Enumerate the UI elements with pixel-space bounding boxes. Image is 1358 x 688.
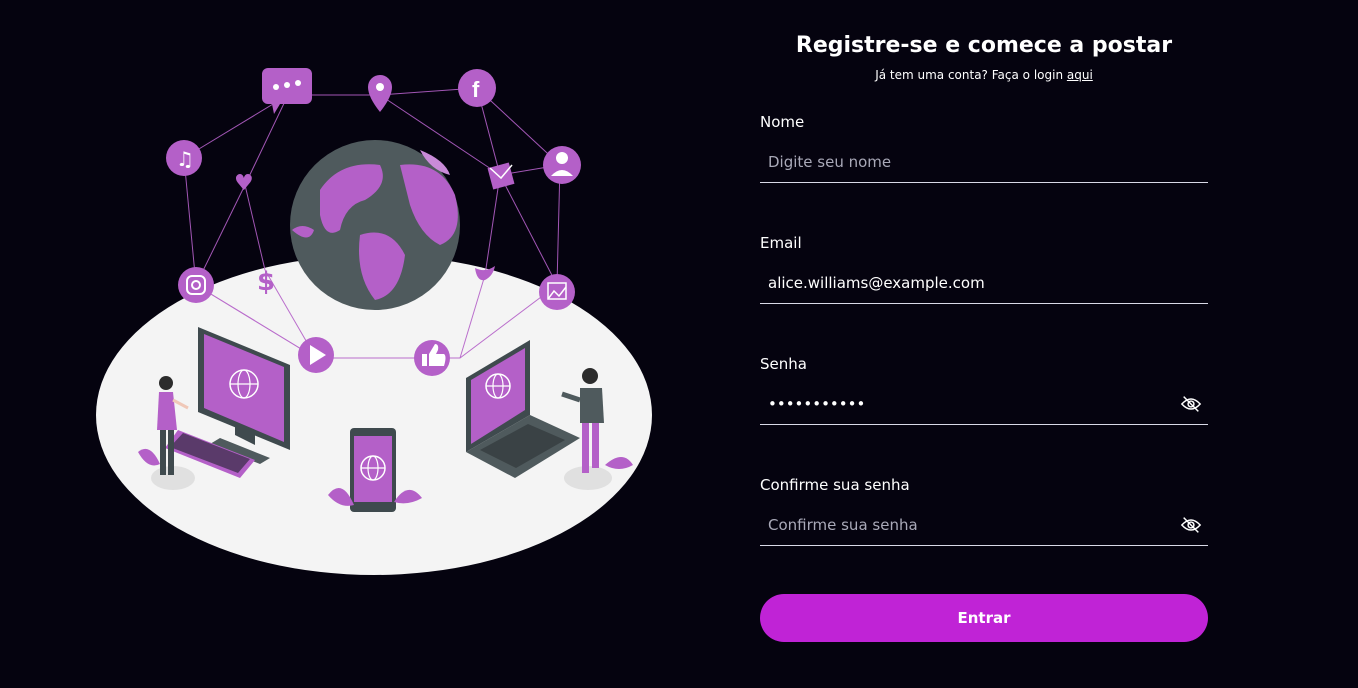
email-input-wrap [760,265,1208,304]
login-prompt: Já tem uma conta? Faça o login aqui [760,68,1208,82]
eye-off-icon[interactable] [1180,514,1202,536]
dollar-icon: $ [257,267,275,297]
email-input[interactable] [760,265,1208,301]
instagram-icon [178,267,214,303]
svg-text:$: $ [257,267,275,297]
login-prompt-text: Já tem uma conta? Faça o login [875,68,1064,82]
svg-text:♥: ♥ [234,171,254,196]
social-network-illustration: f ♫ ♥ $ [96,68,652,575]
register-form-panel: Registre-se e comece a postar Já tem uma… [760,0,1208,688]
password-label: Senha [760,355,807,373]
confirm-password-field-group: Confirme sua senha [760,475,1208,546]
confirm-password-input-wrap [760,507,1208,546]
confirm-password-input[interactable] [760,507,1208,543]
chat-bubble-icon [262,68,312,114]
music-note-icon: ♫ [166,140,202,176]
image-icon [539,274,575,310]
password-input[interactable] [760,386,1208,422]
svg-text:f: f [472,77,480,102]
location-pin-icon [368,75,392,112]
confirm-password-label: Confirme sua senha [760,476,910,494]
user-icon [543,146,581,184]
name-field-group: Nome [760,112,1208,183]
email-field-group: Email [760,233,1208,304]
facebook-icon: f [458,69,496,107]
name-input[interactable] [760,144,1208,180]
name-input-wrap [760,144,1208,183]
svg-text:♫: ♫ [176,147,194,171]
password-field-group: Senha [760,354,1208,425]
heart-icon: ♥ [234,171,254,196]
mail-icon [487,162,515,190]
password-input-wrap [760,386,1208,425]
login-link[interactable]: aqui [1067,68,1093,82]
thumbs-up-icon [414,340,450,376]
globe-icon [290,140,460,310]
page-title: Registre-se e comece a postar [795,33,1173,58]
email-label: Email [760,234,802,252]
submit-button[interactable]: Entrar [760,594,1208,642]
name-label: Nome [760,113,805,131]
eye-off-icon[interactable] [1180,393,1202,415]
play-icon [298,337,334,373]
